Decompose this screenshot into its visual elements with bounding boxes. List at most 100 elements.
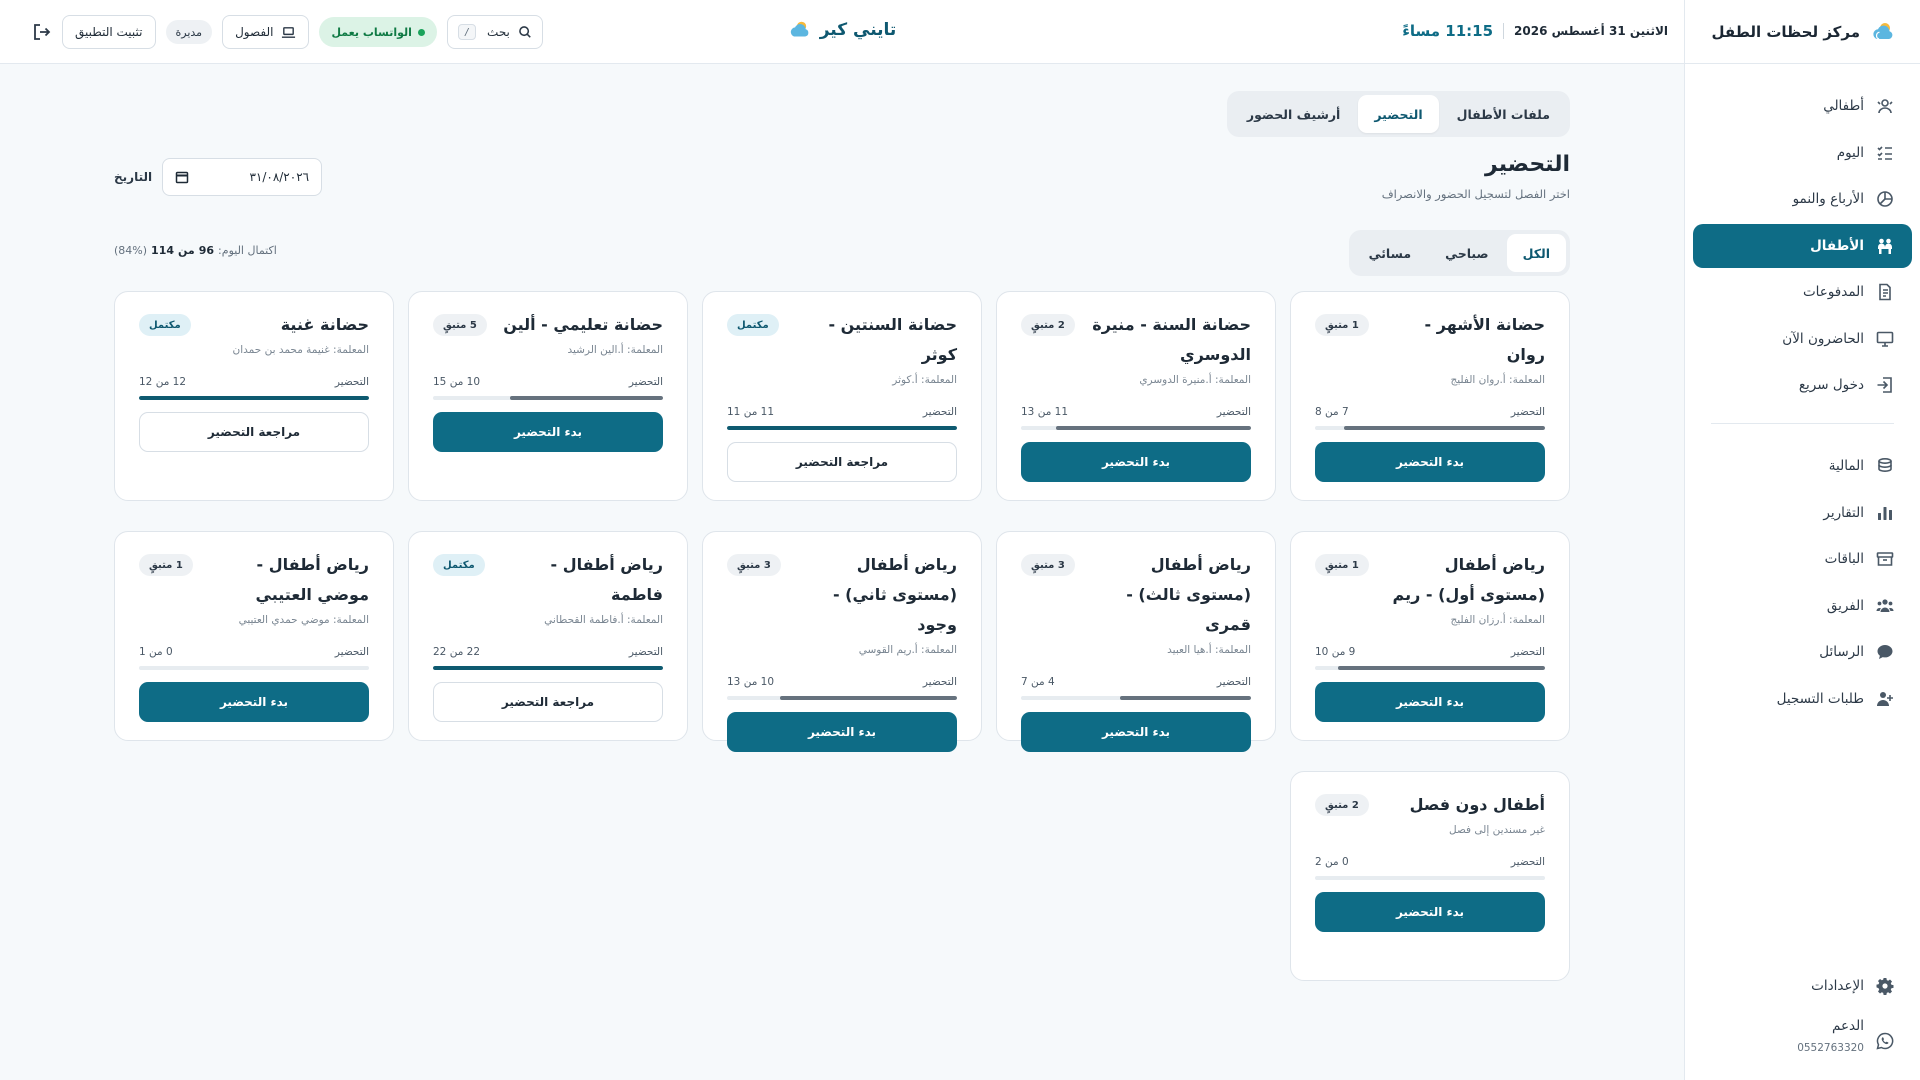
- progress-count: 12 من 12: [139, 376, 187, 388]
- sidebar-item-label: الأطفال: [1810, 237, 1864, 254]
- date-input[interactable]: ٣١/٠٨/٢٠٢٦: [162, 158, 323, 196]
- class-card: رياض أطفال (مستوى أول) - ريم 1 متبقٍ الم…: [1290, 531, 1570, 741]
- status-badge: 2 متبقٍ: [1021, 314, 1075, 336]
- start-attendance-button[interactable]: بدء التحضير: [1315, 892, 1545, 932]
- progress-count: 0 من 2: [1315, 856, 1349, 868]
- start-attendance-button[interactable]: بدء التحضير: [139, 682, 369, 722]
- sidebar-item-label: طلبات التسجيل: [1776, 690, 1864, 707]
- progress-count: 10 من 15: [433, 376, 481, 388]
- laptop-icon: [281, 25, 296, 40]
- review-attendance-button[interactable]: مراجعة التحضير: [433, 682, 663, 722]
- progress-label: التحضير: [628, 376, 663, 388]
- tab-attendance-prep[interactable]: التحضير: [1358, 95, 1439, 133]
- support-phone: 0552763320: [1797, 1042, 1864, 1054]
- review-attendance-button[interactable]: مراجعة التحضير: [727, 442, 957, 482]
- class-teacher: المعلمة: غنيمة محمد بن حمدان: [232, 344, 369, 356]
- progress-row: التحضير 10 من 13: [727, 676, 957, 688]
- sidebar-item-registration-requests[interactable]: طلبات التسجيل: [1693, 677, 1912, 721]
- class-title: رياض أطفال - فاطمة: [550, 555, 664, 604]
- tab-attendance-archive[interactable]: أرشيف الحضور: [1231, 95, 1356, 133]
- start-attendance-button[interactable]: بدء التحضير: [1021, 712, 1251, 752]
- class-card: أطفال دون فصل 2 متبقٍ غير مسندين إلى فصل…: [1290, 771, 1570, 981]
- team-icon: [1876, 597, 1894, 615]
- card-header: حضانة السنة - منيرة الدوسري 2 متبقٍ: [1021, 310, 1251, 370]
- class-teacher: المعلمة: أ.الين الرشيد: [567, 344, 663, 356]
- review-attendance-button[interactable]: مراجعة التحضير: [139, 412, 369, 452]
- filter-all[interactable]: الكل: [1506, 234, 1566, 272]
- class-title: أطفال دون فصل: [1409, 795, 1545, 814]
- progress-label: التحضير: [334, 646, 369, 658]
- sidebar-item-payments[interactable]: المدفوعات: [1693, 270, 1912, 314]
- progress-label: التحضير: [1216, 406, 1251, 418]
- sidebar-item-today[interactable]: اليوم: [1693, 131, 1912, 175]
- filter-morning[interactable]: صباحي: [1429, 234, 1505, 272]
- progress-label: التحضير: [1510, 406, 1545, 418]
- sidebar-item-reports[interactable]: التقارير: [1693, 491, 1912, 535]
- progress-fill: [509, 396, 663, 400]
- user-plus-icon: [1876, 690, 1894, 708]
- sidebar-item-label: دخول سريع: [1798, 377, 1864, 393]
- search-button[interactable]: بحث /: [446, 15, 543, 49]
- sidebar-item-packages[interactable]: الباقات: [1693, 537, 1912, 581]
- invoice-icon: [1876, 283, 1894, 301]
- progress-fill: [780, 696, 957, 700]
- sidebar-item-label: التقارير: [1823, 504, 1864, 521]
- calendar-icon[interactable]: [175, 170, 189, 184]
- sidebar-item-present-now[interactable]: الحاضرون الآن: [1693, 317, 1912, 361]
- install-app-button[interactable]: تثبيت التطبيق: [62, 15, 156, 49]
- tab-children-files[interactable]: ملفات الأطفال: [1441, 95, 1566, 133]
- sidebar-item-finance[interactable]: المالية: [1693, 444, 1912, 488]
- search-label: بحث: [487, 25, 510, 39]
- progress-track: [1021, 426, 1251, 430]
- class-teacher: المعلمة: أ.منيرة الدوسري: [1139, 374, 1251, 386]
- progress-row: التحضير 11 من 11: [727, 406, 957, 418]
- classes-grid: حضانة الأشهر - روان 1 متبقٍ المعلمة: أ.ر…: [114, 291, 1570, 981]
- class-title: رياض أطفال (مستوى أول) - ريم: [1392, 555, 1545, 604]
- completion-total: 114: [151, 244, 175, 257]
- progress-count: 11 من 13: [1021, 406, 1069, 418]
- start-attendance-button[interactable]: بدء التحضير: [727, 712, 957, 752]
- class-teacher: المعلمة: أ.ريم القوسي: [858, 644, 957, 656]
- chat-icon: [1876, 643, 1894, 661]
- card-header: حضانة الأشهر - روان 1 متبقٍ: [1315, 310, 1545, 370]
- app-brand: تايني كير: [788, 18, 896, 42]
- search-shortcut: /: [457, 24, 476, 40]
- logout-icon[interactable]: [32, 22, 52, 42]
- progress-row: التحضير 0 من 2: [1315, 856, 1545, 868]
- sidebar-brand[interactable]: مركز لحظات الطفل: [1685, 0, 1920, 64]
- progress-label: التحضير: [628, 646, 663, 658]
- progress-count: 9 من 10: [1315, 646, 1356, 658]
- progress-count: 22 من 22: [433, 646, 481, 658]
- progress-fill: [1056, 426, 1251, 430]
- filter-evening[interactable]: مسائي: [1353, 234, 1428, 272]
- start-attendance-button[interactable]: بدء التحضير: [433, 412, 663, 452]
- start-attendance-button[interactable]: بدء التحضير: [1315, 442, 1545, 482]
- sidebar-item-children[interactable]: الأطفال: [1693, 223, 1912, 268]
- progress-row: التحضير 22 من 22: [433, 646, 663, 658]
- class-title: حضانة السنة - منيرة الدوسري: [1092, 315, 1251, 364]
- sidebar-support[interactable]: الدعم 0552763320: [1693, 1010, 1912, 1062]
- section-tabs: ملفات الأطفال التحضير أرشيف الحضور: [1226, 91, 1570, 137]
- checklist-icon: [1876, 144, 1894, 162]
- classes-button[interactable]: الفصول: [222, 15, 310, 49]
- sidebar-item-growth[interactable]: الأرباع والنمو: [1693, 177, 1912, 221]
- growth-chart-icon: [1876, 190, 1894, 208]
- progress-row: التحضير 12 من 12: [139, 376, 369, 388]
- sidebar-item-label: الإعدادات: [1811, 977, 1864, 994]
- sidebar-item-settings[interactable]: الإعدادات: [1693, 964, 1912, 1008]
- start-attendance-button[interactable]: بدء التحضير: [1021, 442, 1251, 482]
- class-teacher: المعلمة: أ.كوثر: [892, 374, 957, 386]
- top-bar: الاثنين 31 أغسطس 2026 11:15 مساءً تايني …: [0, 0, 1684, 64]
- datetime-divider: [1503, 23, 1505, 39]
- sidebar-item-messages[interactable]: الرسائل: [1693, 630, 1912, 674]
- sidebar-item-my-kids[interactable]: أطفالي: [1693, 84, 1912, 128]
- support-label: الدعم: [1832, 1018, 1864, 1034]
- class-title: رياض أطفال (مستوى ثالث) - قمرى: [1126, 555, 1251, 634]
- search-icon: [518, 25, 532, 39]
- sidebar-item-team[interactable]: الفريق: [1693, 584, 1912, 628]
- class-teacher: المعلمة: أ.روان الفليج: [1450, 374, 1545, 386]
- current-time: 11:15 مساءً: [1402, 22, 1494, 40]
- completion-present: 96: [198, 244, 215, 257]
- sidebar-item-quick-login[interactable]: دخول سريع: [1693, 363, 1912, 407]
- start-attendance-button[interactable]: بدء التحضير: [1315, 682, 1545, 722]
